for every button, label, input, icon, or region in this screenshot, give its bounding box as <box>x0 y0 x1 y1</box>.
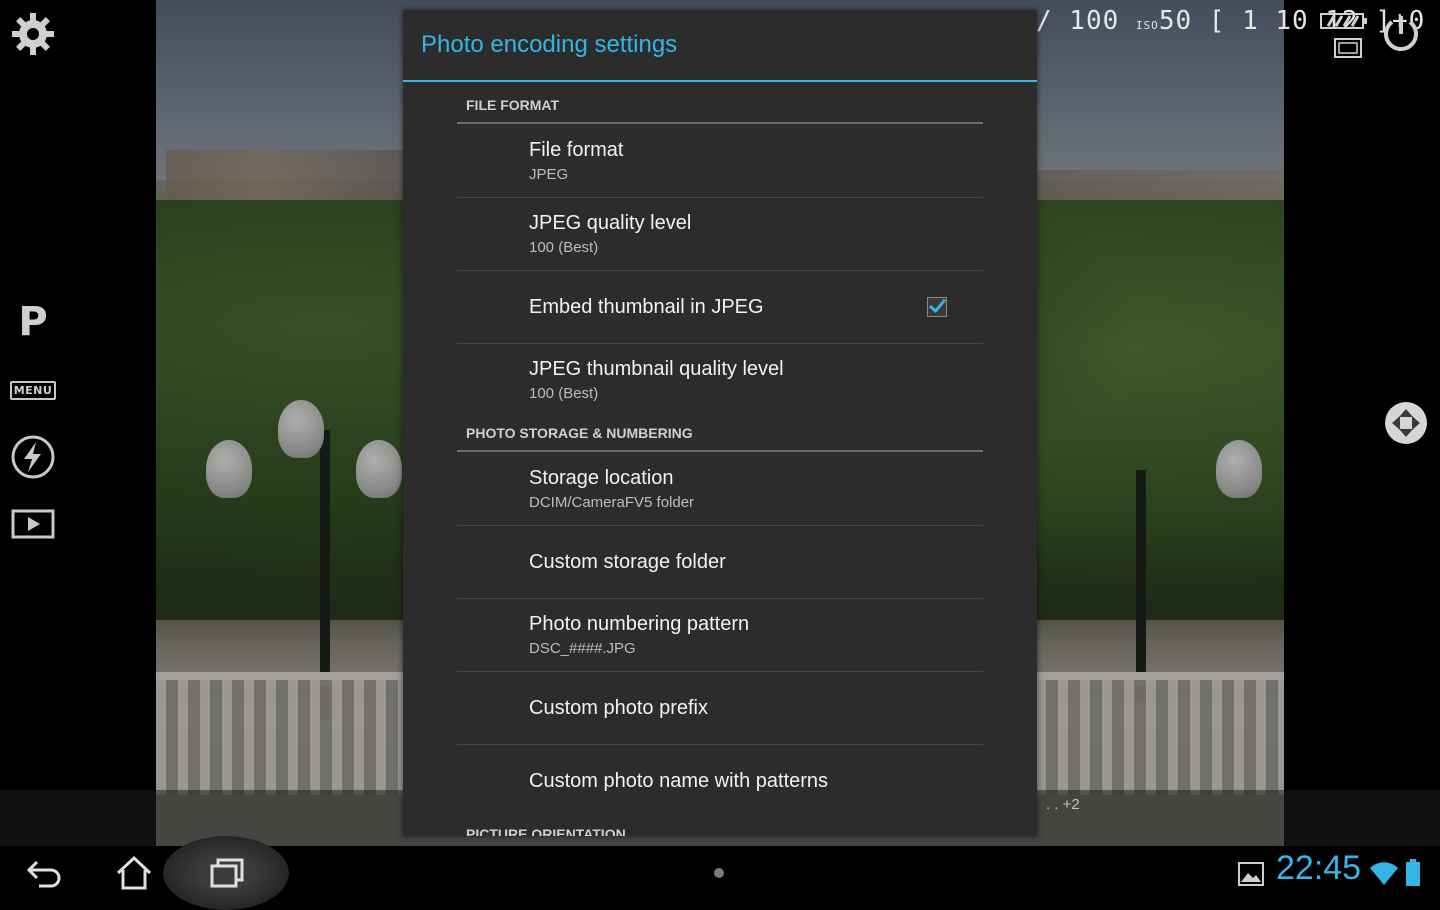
pref-title: Custom storage folder <box>529 550 726 573</box>
wifi-icon <box>1369 860 1399 890</box>
menu-label: MENU <box>9 380 57 400</box>
dialog-title: Photo encoding settings <box>403 10 1037 82</box>
pref-storage-location[interactable]: Storage location DCIM/CameraFV5 folder <box>457 452 983 526</box>
pref-title: File format <box>529 138 624 161</box>
section-header-storage: PHOTO STORAGE & NUMBERING <box>457 416 983 452</box>
memory-card-icon <box>1334 38 1362 62</box>
status-clock: 22:45 <box>1276 849 1362 887</box>
shooting-mode-button[interactable]: P <box>9 296 57 348</box>
iso-readout: 50 <box>1158 6 1193 36</box>
pref-title: Custom photo name with patterns <box>529 769 829 792</box>
pref-summary: DCIM/CameraFV5 folder <box>529 493 695 511</box>
pref-summary: DSC_####.JPG <box>529 640 636 657</box>
iso-label: ISO <box>1135 19 1159 32</box>
recent-apps-icon[interactable] <box>191 846 261 900</box>
gallery-icon <box>1238 862 1264 890</box>
pref-file-format[interactable]: File format JPEG <box>457 124 983 198</box>
flash-auto-icon[interactable] <box>9 432 57 482</box>
section-header-file-format: FILE FORMAT <box>457 88 983 124</box>
embed-thumbnail-checkbox[interactable] <box>927 297 947 317</box>
shutter-readout: / 100 <box>1036 6 1120 36</box>
pref-custom-photo-name[interactable]: Custom photo name with patterns <box>457 745 983 817</box>
pref-custom-photo-prefix[interactable]: Custom photo prefix <box>457 672 983 745</box>
pref-embed-thumbnail[interactable]: Embed thumbnail in JPEG <box>457 271 983 344</box>
pref-custom-storage-folder[interactable]: Custom storage folder <box>457 526 983 599</box>
pref-jpeg-quality[interactable]: JPEG quality level 100 (Best) <box>457 198 983 271</box>
shutter-icon[interactable] <box>1383 400 1429 450</box>
battery-icon <box>1320 12 1368 36</box>
pref-thumbnail-quality[interactable]: JPEG thumbnail quality level 100 (Best) <box>457 344 983 416</box>
gear-icon[interactable] <box>9 8 57 60</box>
pref-summary: 100 (Best) <box>529 385 599 402</box>
pref-title: Storage location <box>529 466 674 489</box>
photo-encoding-dialog: Photo encoding settings FILE FORMAT File… <box>403 10 1037 836</box>
pref-summary: JPEG <box>529 165 569 183</box>
home-icon[interactable] <box>99 846 169 900</box>
page-indicator-dot <box>714 868 724 878</box>
menu-button[interactable]: MENU <box>9 376 57 404</box>
pref-title: Embed thumbnail in JPEG <box>529 295 764 318</box>
pref-title: Custom photo prefix <box>529 696 708 719</box>
pref-title: JPEG quality level <box>529 212 692 234</box>
battery-status-icon <box>1405 858 1421 892</box>
back-icon[interactable] <box>10 846 80 900</box>
pref-title: JPEG thumbnail quality level <box>529 358 784 380</box>
pref-title: Photo numbering pattern <box>529 613 750 635</box>
ev-readout: . . +2 <box>1046 796 1080 813</box>
pref-photo-numbering[interactable]: Photo numbering pattern DSC_####.JPG <box>457 599 983 672</box>
pref-summary: 100 (Best) <box>529 239 599 256</box>
power-icon[interactable] <box>1381 12 1421 60</box>
right-control-bar <box>1284 0 1440 846</box>
section-header-orientation: PICTURE ORIENTATION <box>466 826 626 836</box>
left-control-bar: P MENU <box>0 0 66 846</box>
play-icon[interactable] <box>9 508 57 540</box>
